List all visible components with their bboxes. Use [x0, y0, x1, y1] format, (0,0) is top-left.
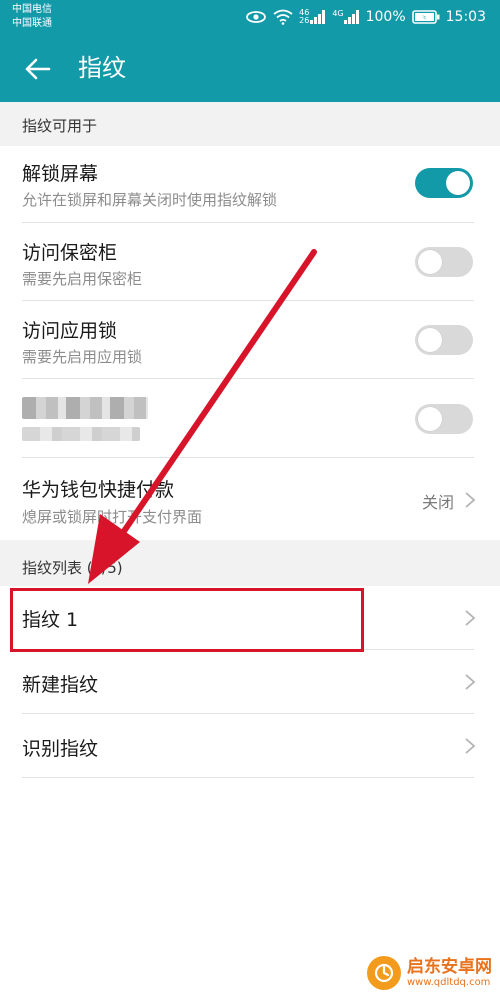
setting-access-app-lock[interactable]: 访问应用锁 需要先启用应用锁 — [0, 301, 500, 379]
wifi-icon — [273, 9, 293, 25]
setting-title: 华为钱包快捷付款 — [22, 479, 175, 501]
battery-icon — [411, 10, 440, 24]
setting-access-safe[interactable]: 访问保密柜 需要先启用保密柜 — [0, 223, 500, 301]
access-app-lock-toggle[interactable] — [415, 325, 473, 355]
network-tag-3: 4G — [332, 9, 344, 18]
setting-subtitle: 允许在锁屏和屏幕关闭时使用指纹解锁 — [22, 191, 278, 209]
chevron-right-icon — [465, 738, 476, 754]
annotation-highlight-box — [10, 588, 364, 652]
new-fingerprint-item[interactable]: 新建指纹 — [0, 650, 500, 714]
blurred-subtitle — [22, 427, 140, 441]
setting-unlock-screen[interactable]: 解锁屏幕 允许在锁屏和屏幕关闭时使用指纹解锁 — [0, 146, 500, 223]
app-bar: 指纹 — [0, 34, 500, 102]
status-bar: 中国电信 中国联通 46 26 4G 100% 15:03 — [0, 0, 500, 34]
watermark-url: www.qdltdq.com — [407, 977, 491, 988]
setting-blurred[interactable] — [0, 379, 500, 458]
setting-title: 访问保密柜 — [22, 242, 118, 264]
watermark-name: 启东安卓网 — [407, 957, 492, 977]
toggle-knob — [418, 250, 442, 274]
toggle-knob — [418, 407, 442, 431]
unlock-screen-toggle[interactable] — [415, 168, 473, 198]
setting-title: 访问应用锁 — [22, 320, 118, 342]
identify-fingerprint-item[interactable]: 识别指纹 — [0, 714, 500, 778]
watermark: 启东安卓网 www.qdltdq.com — [367, 956, 492, 990]
section-header-usage: 指纹可用于 — [0, 102, 500, 146]
section-header-fingerprint-list: 指纹列表 (1/5) — [0, 540, 500, 586]
divider — [22, 777, 474, 778]
setting-huawei-wallet[interactable]: 华为钱包快捷付款 熄屏或锁屏时打开支付界面 关闭 — [0, 458, 500, 540]
blurred-setting-toggle[interactable] — [415, 404, 473, 434]
chevron-right-icon — [465, 492, 476, 508]
status-icons: 46 26 4G 100% 15:03 — [245, 7, 486, 27]
carrier-2: 中国联通 — [12, 18, 52, 29]
toggle-knob — [446, 171, 470, 195]
setting-title: 解锁屏幕 — [22, 163, 99, 185]
battery-percent: 100% — [365, 9, 406, 25]
network-tag-2: 26 — [299, 16, 310, 25]
eye-icon — [245, 10, 267, 24]
logo-icon — [367, 956, 401, 990]
access-safe-toggle[interactable] — [415, 247, 473, 277]
signal-icon: 4G — [332, 10, 359, 24]
fingerprint-title: 识别指纹 — [22, 738, 99, 760]
setting-value: 关闭 — [421, 493, 454, 512]
blurred-title — [22, 397, 148, 419]
carrier-1: 中国电信 — [12, 4, 52, 15]
clock: 15:03 — [445, 9, 486, 25]
chevron-right-icon — [465, 610, 476, 626]
toggle-knob — [418, 328, 442, 352]
back-button[interactable] — [20, 52, 54, 86]
page-title: 指纹 — [78, 54, 126, 82]
setting-subtitle: 需要先启用应用锁 — [22, 348, 143, 366]
back-arrow-icon — [25, 58, 51, 80]
signal-icon: 46 26 — [299, 9, 326, 25]
chevron-right-icon — [465, 674, 476, 690]
setting-subtitle: 需要先启用保密柜 — [22, 270, 143, 288]
setting-subtitle: 熄屏或锁屏时打开支付界面 — [22, 508, 203, 526]
fingerprint-title: 新建指纹 — [22, 674, 99, 696]
